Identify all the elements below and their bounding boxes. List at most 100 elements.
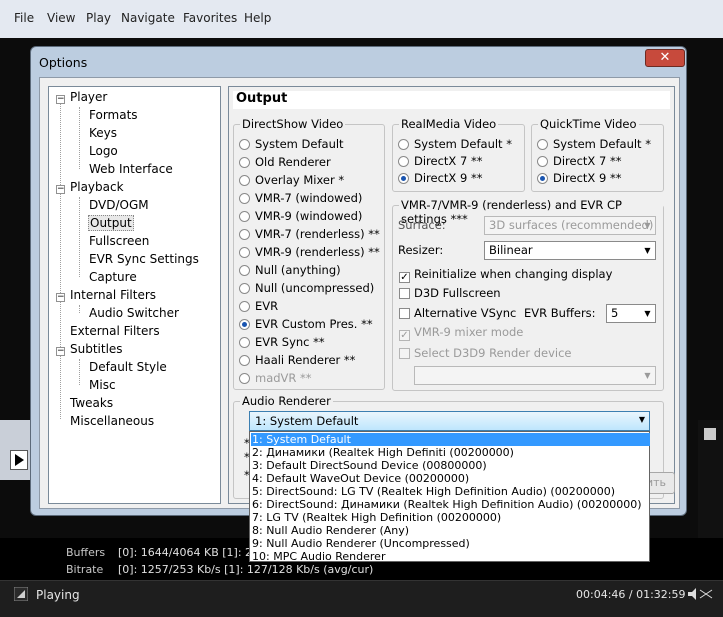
directshow-option[interactable]: Overlay Mixer *: [239, 173, 344, 187]
realmedia-option-label: DirectX 9 **: [414, 171, 483, 185]
directshow-option[interactable]: EVR: [239, 299, 278, 313]
realmedia-option[interactable]: DirectX 7 **: [398, 154, 482, 168]
realmedia-option[interactable]: System Default *: [398, 137, 512, 151]
directshow-option[interactable]: Null (anything): [239, 263, 341, 277]
evr-buffers-select[interactable]: 5 ▼: [606, 304, 656, 323]
directshow-option[interactable]: VMR-9 (windowed): [239, 209, 362, 223]
tree-dvd-ogm[interactable]: DVD/OGM: [89, 198, 149, 212]
quicktime-option[interactable]: DirectX 7 **: [537, 154, 621, 168]
audio-renderer-option[interactable]: 2: Динамики (Realtek High Definiti (0020…: [252, 446, 514, 459]
select-d3d9-checkbox[interactable]: Select D3D9 Render device: [399, 346, 572, 360]
radio-icon: [537, 156, 548, 167]
menu-navigate[interactable]: Navigate: [121, 11, 175, 25]
buffers-label: Buffers: [66, 546, 106, 559]
audio-renderer-select[interactable]: 1: System Default ▼: [249, 411, 650, 431]
tree-misc[interactable]: Misc: [89, 378, 116, 392]
tree-playback[interactable]: Playback: [70, 180, 124, 194]
directshow-option[interactable]: EVR Custom Pres. **: [239, 317, 373, 331]
reinit-checkbox[interactable]: ✓ Reinitialize when changing display: [399, 267, 612, 283]
radio-icon: [239, 193, 250, 204]
directshow-option[interactable]: madVR **: [239, 371, 312, 385]
checkbox-box: [399, 308, 410, 319]
volume-icon[interactable]: [686, 586, 716, 602]
menu-file[interactable]: File: [14, 11, 34, 25]
tree-miscellaneous[interactable]: Miscellaneous: [70, 414, 154, 428]
radio-icon: [239, 283, 250, 294]
surface-select[interactable]: 3D surfaces (recommended) ** ▼: [484, 216, 656, 235]
tree-web-interface[interactable]: Web Interface: [89, 162, 173, 176]
play-button[interactable]: [10, 450, 28, 470]
tree-tweaks[interactable]: Tweaks: [70, 396, 113, 410]
tree-logo[interactable]: Logo: [89, 144, 118, 158]
tree-internal-filters[interactable]: Internal Filters: [70, 288, 156, 302]
d3d-fullscreen-checkbox[interactable]: D3D Fullscreen: [399, 286, 501, 300]
directshow-option-label: VMR-9 (windowed): [255, 209, 363, 223]
options-tree[interactable]: − Player Formats Keys Logo Web Interface…: [48, 86, 221, 504]
quicktime-option-label: System Default *: [553, 137, 651, 151]
directshow-title: DirectShow Video: [240, 117, 346, 131]
quicktime-group: QuickTime Video System Default * DirectX …: [531, 117, 664, 192]
audio-renderer-list[interactable]: 1: System Default 2: Динамики (Realtek Hi…: [249, 431, 650, 563]
directshow-option[interactable]: Null (uncompressed): [239, 281, 374, 295]
directshow-option[interactable]: VMR-9 (renderless) **: [239, 245, 380, 259]
audio-renderer-option[interactable]: 8: Null Audio Renderer (Any): [252, 524, 409, 537]
tree-default-style[interactable]: Default Style: [89, 360, 167, 374]
radio-icon: [398, 139, 409, 150]
quicktime-option[interactable]: System Default *: [537, 137, 651, 151]
tree-evr-sync[interactable]: EVR Sync Settings: [89, 252, 199, 266]
directshow-option[interactable]: Haali Renderer **: [239, 353, 355, 367]
radio-icon: [239, 157, 250, 168]
close-button[interactable]: ✕: [645, 49, 685, 67]
realmedia-option[interactable]: DirectX 9 **: [398, 171, 482, 185]
reinit-label: Reinitialize when changing display: [414, 267, 613, 281]
tree-keys[interactable]: Keys: [89, 126, 117, 140]
menu-help[interactable]: Help: [244, 11, 271, 25]
audio-renderer-option[interactable]: 10: MPC Audio Renderer: [252, 550, 385, 563]
tree-line: [60, 99, 61, 419]
quicktime-title: QuickTime Video: [538, 117, 639, 131]
menu-view[interactable]: View: [47, 11, 75, 25]
audio-renderer-option[interactable]: 1: System Default: [251, 433, 650, 446]
directshow-option-label: Haali Renderer **: [255, 353, 356, 367]
directshow-option[interactable]: System Default: [239, 137, 344, 151]
directshow-option-label: EVR: [255, 299, 279, 313]
directshow-option-label: EVR Sync **: [255, 335, 325, 349]
scroll-icon[interactable]: [704, 428, 716, 440]
chevron-down-icon: ▼: [644, 371, 651, 380]
vmr9-mixer-checkbox[interactable]: ✓ VMR-9 mixer mode: [399, 325, 523, 341]
tree-output[interactable]: Output: [88, 215, 134, 231]
menu-favorites[interactable]: Favorites: [183, 11, 237, 25]
directshow-option[interactable]: EVR Sync **: [239, 335, 325, 349]
bitrate-value: [0]: 1257/253 Kb/s [1]: 127/128 Kb/s (av…: [118, 563, 374, 576]
audio-renderer-option[interactable]: 6: DirectSound: Динамики (Realtek High D…: [252, 498, 642, 511]
directshow-option[interactable]: VMR-7 (renderless) **: [239, 227, 380, 241]
tree-formats[interactable]: Formats: [89, 108, 138, 122]
expand-internal-filters-icon[interactable]: −: [56, 293, 65, 302]
radio-icon: [537, 139, 548, 150]
tree-fullscreen[interactable]: Fullscreen: [89, 234, 149, 248]
audio-renderer-option[interactable]: 7: LG TV (Realtek High Definition (00200…: [252, 511, 501, 524]
audio-renderer-option[interactable]: 9: Null Audio Renderer (Uncompressed): [252, 537, 470, 550]
status-bar: Playing 00:04:46 / 01:32:59: [0, 580, 723, 617]
render-device-select[interactable]: ▼: [414, 366, 656, 385]
alt-vsync-checkbox[interactable]: Alternative VSync: [399, 306, 516, 320]
expand-playback-icon[interactable]: −: [56, 185, 65, 194]
audio-renderer-value: 1: System Default: [255, 414, 359, 428]
tree-capture[interactable]: Capture: [89, 270, 137, 284]
tree-player[interactable]: Player: [70, 90, 107, 104]
radio-icon: [239, 175, 250, 186]
tree-audio-switcher[interactable]: Audio Switcher: [89, 306, 179, 320]
audio-renderer-option[interactable]: 4: Default WaveOut Device (00200000): [252, 472, 469, 485]
expand-subtitles-icon[interactable]: −: [56, 347, 65, 356]
directshow-option[interactable]: VMR-7 (windowed): [239, 191, 362, 205]
quicktime-option[interactable]: DirectX 9 **: [537, 171, 621, 185]
resizer-select[interactable]: Bilinear ▼: [484, 241, 656, 260]
audio-renderer-option[interactable]: 3: Default DirectSound Device (00800000): [252, 459, 487, 472]
tree-subtitles[interactable]: Subtitles: [70, 342, 123, 356]
menu-play[interactable]: Play: [86, 11, 111, 25]
audio-renderer-option[interactable]: 5: DirectSound: LG TV (Realtek High Defi…: [252, 485, 615, 498]
expand-player-icon[interactable]: −: [56, 95, 65, 104]
directshow-option[interactable]: Old Renderer: [239, 155, 331, 169]
surface-label: Surface:: [398, 218, 446, 232]
tree-external-filters[interactable]: External Filters: [70, 324, 160, 338]
